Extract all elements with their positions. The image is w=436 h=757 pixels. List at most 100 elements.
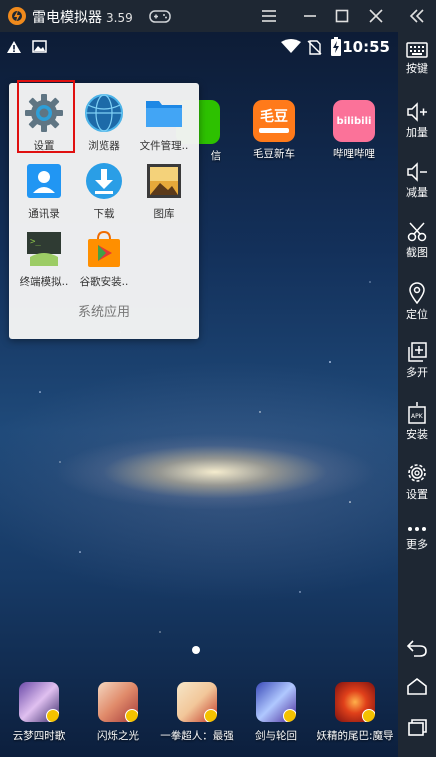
window-title: 雷电模拟器 3.59 <box>32 7 133 27</box>
home-app-label: 信 <box>210 150 222 162</box>
folder-app-contacts[interactable]: 通讯录 <box>14 161 74 221</box>
folder-icon <box>146 101 182 127</box>
toolbar-label: 减量 <box>406 186 428 199</box>
clock: 10:55 <box>342 38 390 56</box>
maximize-icon <box>335 9 349 23</box>
minimize-button[interactable] <box>298 4 322 28</box>
toolbar-label: 更多 <box>406 538 428 551</box>
toolbar-multi-instance[interactable]: 多开 <box>398 342 436 392</box>
badge-icon <box>46 709 59 722</box>
emulator-toolbar: 按键 加量 减量 截图 定位 多开 APK 安装 设置 更多 <box>398 32 436 757</box>
folder-app-label: 终端模拟.. <box>19 276 69 288</box>
close-button[interactable] <box>364 4 388 28</box>
maximize-button[interactable] <box>330 4 354 28</box>
no-sim-icon <box>307 40 322 55</box>
dock-app-label: 一拳超人：最强 <box>160 730 234 742</box>
dock-app-label: 妖精的尾巴:魔导 <box>316 730 394 742</box>
folder-app-label: 下载 <box>93 208 115 220</box>
download-icon <box>86 163 122 199</box>
toolbar-volume-up[interactable]: 加量 <box>398 102 436 152</box>
folder-app-label: 谷歌安装.. <box>79 276 129 288</box>
folder-title[interactable]: 系统应用 <box>9 301 199 320</box>
gamepad-button[interactable] <box>148 4 172 28</box>
android-screen[interactable]: 10:55 信 毛豆 毛豆新车 bilibili 哔哩哔哩 设置 浏览器 文件管… <box>0 32 398 757</box>
folder-app-label: 浏览器 <box>88 140 120 152</box>
toolbar-label: 定位 <box>406 308 428 321</box>
shopping-bag-icon <box>88 230 120 267</box>
toolbar-volume-down[interactable]: 减量 <box>398 162 436 212</box>
badge-icon <box>283 709 296 722</box>
folder-app-label: 文件管理.. <box>139 140 189 152</box>
toolbar-keymap[interactable]: 按键 <box>398 42 436 92</box>
folder-app-gallery[interactable]: 图库 <box>134 161 194 221</box>
dock-app-label: 闪烁之光 <box>97 730 139 742</box>
badge-icon <box>204 709 217 722</box>
home-app-maodou[interactable]: 毛豆 毛豆新车 <box>244 100 304 161</box>
svg-text:APK: APK <box>411 413 424 420</box>
dock-app-2[interactable]: 闪烁之光 <box>79 682 157 743</box>
toolbar-install-apk[interactable]: APK 安装 <box>398 402 436 452</box>
folder-app-google-installer[interactable]: 谷歌安装.. <box>74 229 134 289</box>
dock-app-3[interactable]: 一拳超人：最强 <box>158 682 236 743</box>
collapse-sidebar-button[interactable] <box>405 4 429 28</box>
badge-icon <box>125 709 138 722</box>
toolbar-label: 截图 <box>406 246 428 259</box>
game-icon <box>19 682 59 722</box>
game-icon <box>98 682 138 722</box>
gear-icon <box>408 464 426 482</box>
multi-instance-icon <box>408 342 427 362</box>
maodou-icon-strip <box>259 128 289 133</box>
dock-app-4[interactable]: 剑与轮回 <box>237 682 315 743</box>
gamepad-icon <box>149 10 171 23</box>
toolbar-label: 多开 <box>406 366 428 379</box>
toolbar-screenshot[interactable]: 截图 <box>398 222 436 272</box>
more-dots-icon <box>408 527 426 531</box>
svg-text:>_: >_ <box>30 237 41 247</box>
menu-button[interactable] <box>257 4 281 28</box>
home-icon <box>407 678 427 695</box>
toolbar-more[interactable]: 更多 <box>398 524 436 574</box>
wifi-icon <box>281 39 301 53</box>
browser-globe-icon <box>85 94 123 132</box>
folder-app-label: 通讯录 <box>28 208 60 220</box>
page-indicator-dot[interactable] <box>192 646 200 654</box>
folder-app-terminal[interactable]: >_ 终端模拟.. <box>14 229 74 289</box>
app-logo-icon <box>8 7 26 25</box>
folder-app-downloads[interactable]: 下载 <box>74 161 134 221</box>
recent-apps-icon <box>408 719 427 736</box>
toolbar-settings[interactable]: 设置 <box>398 462 436 512</box>
bilibili-icon: bilibili <box>333 100 375 142</box>
nav-back-button[interactable] <box>398 633 436 663</box>
volume-up-icon <box>407 102 427 122</box>
volume-down-icon <box>407 162 427 182</box>
apk-install-icon: APK <box>408 402 426 424</box>
keyboard-icon <box>406 42 428 58</box>
double-chevron-left-icon <box>409 9 424 23</box>
toolbar-label: 设置 <box>406 488 428 501</box>
battery-charging-icon <box>331 37 341 56</box>
home-app-label: 毛豆新车 <box>253 148 295 160</box>
image-notification-icon <box>32 40 47 53</box>
game-icon <box>256 682 296 722</box>
dock-app-1[interactable]: 云梦四时歌 <box>0 682 78 743</box>
close-icon <box>369 9 383 23</box>
nav-home-button[interactable] <box>398 672 436 702</box>
dock-app-5[interactable]: 妖精的尾巴:魔导 <box>316 682 394 743</box>
home-app-bilibili[interactable]: bilibili 哔哩哔哩 <box>324 100 384 161</box>
home-app-label: 哔哩哔哩 <box>333 148 375 160</box>
toolbar-location[interactable]: 定位 <box>398 282 436 332</box>
terminal-android-icon: >_ <box>27 232 61 266</box>
status-bar: 10:55 <box>0 32 398 62</box>
game-icon <box>335 682 375 722</box>
folder-app-browser[interactable]: 浏览器 <box>74 93 134 153</box>
back-arrow-icon <box>406 640 427 657</box>
badge-icon <box>362 709 375 722</box>
hamburger-icon <box>262 10 276 22</box>
nav-recents-button[interactable] <box>398 712 436 742</box>
folder-app-files[interactable]: 文件管理.. <box>134 93 194 153</box>
title-bar: 雷电模拟器 3.59 <box>0 0 436 32</box>
maodou-icon-text: 毛豆 <box>260 109 288 125</box>
app-version: 3.59 <box>106 11 133 25</box>
game-icon <box>177 682 217 722</box>
folder-app-label: 图库 <box>153 208 175 220</box>
